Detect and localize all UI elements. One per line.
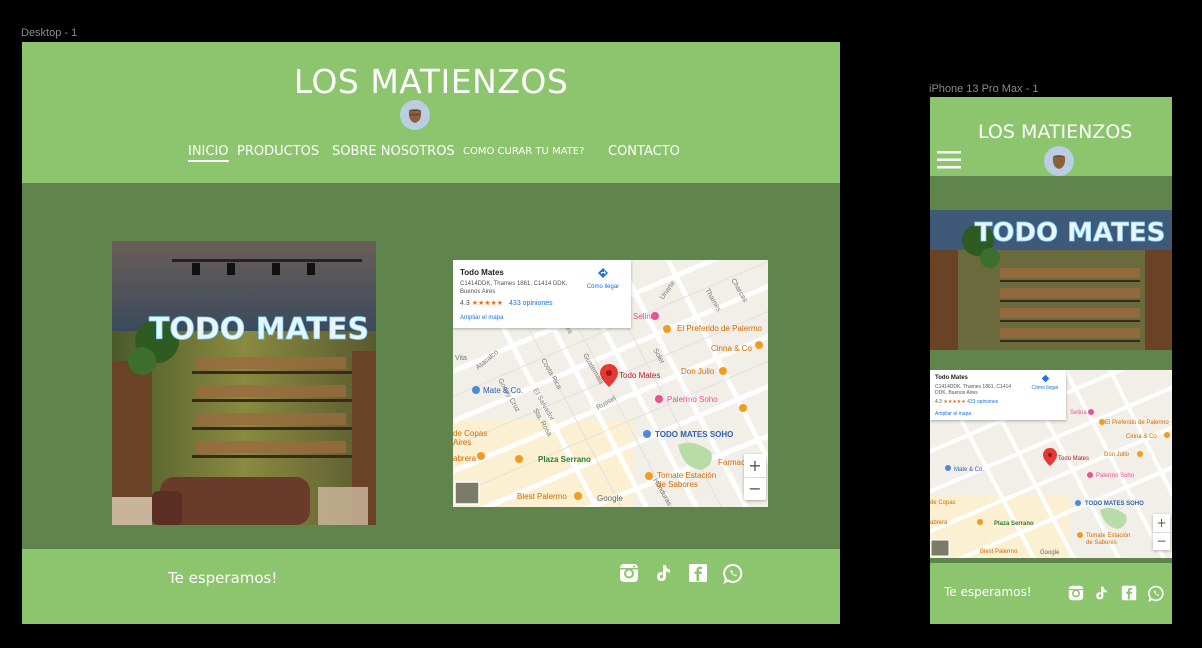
mobile-map-directions-button[interactable]: Cómo llegar: [1028, 374, 1062, 391]
mobile-footer-text: Te esperamos!: [944, 585, 1032, 599]
map-info-card: Todo Mates C1414DDK, Thames 1861, C1414 …: [453, 260, 631, 328]
svg-text:TODO MATES SOHO: TODO MATES SOHO: [1085, 501, 1144, 507]
svg-text:Tomate Estación: Tomate Estación: [657, 471, 716, 480]
svg-text:de Sabores: de Sabores: [657, 480, 698, 489]
mate-logo-icon[interactable]: [400, 100, 430, 130]
svg-text:Palermo Soho: Palermo Soho: [1096, 473, 1135, 479]
svg-text:Google: Google: [1040, 550, 1060, 556]
mobile-site-title: LOS MATIENZOS: [978, 121, 1133, 143]
svg-text:Mate & Co.: Mate & Co.: [483, 386, 523, 395]
mobile-map-rating: 4.3: [935, 399, 942, 405]
nav-item-productos[interactable]: PRODUCTOS: [237, 144, 319, 159]
whatsapp-icon[interactable]: [723, 563, 744, 588]
mobile-whatsapp-icon[interactable]: [1148, 585, 1165, 606]
site-footer: Te esperamos!: [22, 549, 840, 624]
map-zoom-out-button[interactable]: −: [744, 477, 766, 501]
mobile-map-place-name: Todo Mates: [935, 375, 968, 381]
map-directions-button[interactable]: Cómo llegar: [583, 266, 623, 290]
svg-text:Todo Mates: Todo Mates: [619, 371, 660, 380]
mobile-map-zoom-in-button[interactable]: +: [1153, 514, 1170, 532]
mobile-directions-icon: [1041, 374, 1049, 383]
nav-item-contacto[interactable]: CONTACTO: [608, 144, 680, 159]
directions-icon: [598, 268, 608, 278]
svg-text:abrera: abrera: [453, 454, 477, 463]
svg-text:de Sabores: de Sabores: [1086, 540, 1117, 546]
mobile-map-zoom-out-button[interactable]: −: [1153, 532, 1170, 551]
nav-item-inicio[interactable]: INICIO: [188, 144, 229, 162]
svg-text:abrera: abrera: [930, 520, 948, 526]
svg-text:Don Julio: Don Julio: [1104, 452, 1130, 458]
mobile-facebook-icon[interactable]: [1121, 585, 1137, 605]
store-sign: TODO MATES: [149, 312, 369, 347]
mobile-frame: LOS MATIENZOS TODO MATES Selina El Prefe…: [930, 97, 1172, 624]
instagram-icon[interactable]: [619, 563, 639, 587]
mobile-store-photo: TODO MATES: [930, 210, 1172, 350]
map-rating: 4.3: [460, 300, 470, 307]
svg-text:de Copas: de Copas: [453, 429, 487, 438]
svg-text:Todo Mates: Todo Mates: [1058, 456, 1089, 462]
svg-text:Cinna & Co: Cinna & Co: [1126, 434, 1157, 440]
tiktok-icon[interactable]: [653, 563, 673, 587]
desktop-frame-label: Desktop - 1: [21, 27, 78, 39]
mobile-store-sign: TODO MATES: [975, 218, 1166, 248]
svg-text:de Copas: de Copas: [930, 500, 956, 506]
site-header: LOS MATIENZOS INICIO PRODUCTOS SOBRE NOS…: [22, 42, 840, 183]
svg-text:Cinna & Co: Cinna & Co: [711, 344, 752, 353]
map-zoom-controls: + −: [744, 454, 766, 500]
svg-text:TODO MATES SOHO: TODO MATES SOHO: [655, 430, 733, 439]
mobile-frame-label: iPhone 13 Pro Max - 1: [929, 83, 1039, 95]
map-address: C1414DDK, Thames 1861, C1414 DDK, Buenos…: [460, 281, 568, 295]
mobile-instagram-icon[interactable]: [1068, 585, 1084, 605]
mobile-map-embed[interactable]: Selina El Preferido de Palermo Cinna & C…: [930, 370, 1172, 558]
svg-text:Mate & Co.: Mate & Co.: [954, 467, 984, 473]
nav-item-como-curar[interactable]: COMO CURAR TU MATE?: [463, 146, 584, 157]
map-enlarge-link[interactable]: Ampliar el mapa: [460, 315, 503, 321]
mobile-map-enlarge-link[interactable]: Ampliar el mapa: [935, 411, 971, 417]
svg-text:Vita: Vita: [455, 355, 467, 362]
map-place-name: Todo Mates: [460, 268, 504, 277]
mobile-map-address: C1414DDK, Thames 1861, C1414 DDK, Buenos…: [935, 384, 1012, 396]
svg-text:Tomate Estación: Tomate Estación: [1086, 533, 1130, 539]
footer-text: Te esperamos!: [168, 569, 278, 587]
desktop-frame: LOS MATIENZOS INICIO PRODUCTOS SOBRE NOS…: [22, 42, 840, 624]
mobile-tiktok-icon[interactable]: [1093, 585, 1109, 605]
svg-text:Blest Palermo: Blest Palermo: [517, 492, 567, 501]
hamburger-menu-icon[interactable]: [937, 151, 961, 173]
svg-text:Palermo Soho: Palermo Soho: [667, 395, 718, 404]
svg-text:Don Julio: Don Julio: [681, 367, 715, 376]
facebook-icon[interactable]: [688, 563, 708, 587]
svg-text:Selina: Selina: [633, 312, 656, 321]
svg-text:Plaza Serrano: Plaza Serrano: [538, 455, 591, 464]
store-photo: TODO MATES: [112, 241, 376, 525]
nav-item-sobre-nosotros[interactable]: SOBRE NOSOTROS: [332, 144, 455, 159]
svg-text:Google: Google: [597, 494, 623, 503]
map-zoom-in-button[interactable]: +: [744, 454, 766, 477]
mobile-map-stars: ★★★★★: [943, 399, 966, 405]
site-title: LOS MATIENZOS: [293, 62, 569, 101]
svg-text:Blest Palermo: Blest Palermo: [980, 549, 1018, 555]
svg-text:Aires: Aires: [453, 438, 471, 447]
mobile-footer: Te esperamos!: [930, 563, 1172, 624]
mobile-map-zoom-controls: + −: [1153, 514, 1170, 550]
mobile-map-reviews-link[interactable]: 433 opiniones: [967, 399, 998, 405]
svg-text:Farmac: Farmac: [718, 458, 745, 467]
svg-text:Selina: Selina: [1070, 410, 1087, 416]
svg-text:El Preferido de Palermo: El Preferido de Palermo: [1105, 420, 1169, 426]
mobile-map-info-card: Todo Mates C1414DDK, Thames 1861, C1414 …: [930, 370, 1066, 420]
svg-text:El Preferido de Palermo: El Preferido de Palermo: [677, 324, 762, 333]
map-embed[interactable]: Uriarte Thames Charcas Costa Rica Guatem…: [453, 260, 768, 507]
mobile-mate-logo-icon[interactable]: [1044, 146, 1074, 176]
map-reviews-link[interactable]: 433 opiniones: [509, 300, 553, 307]
mobile-header: LOS MATIENZOS: [930, 97, 1172, 176]
map-stars: ★★★★★: [471, 300, 504, 307]
svg-text:Plaza Serrano: Plaza Serrano: [994, 521, 1034, 527]
